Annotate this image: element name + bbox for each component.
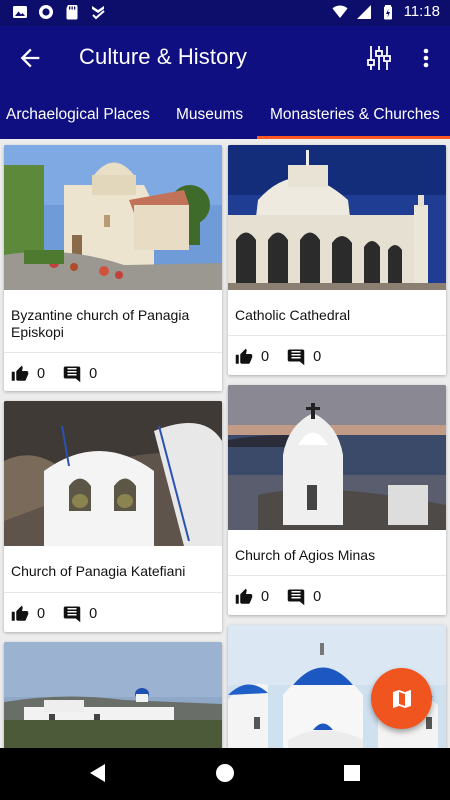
likes-count: 0 [37,366,46,382]
back-triangle-icon[interactable] [87,762,109,784]
photo-icon [13,6,27,18]
wifi-icon [332,5,348,18]
place-card[interactable] [4,642,222,748]
thumb-up-icon[interactable] [11,605,29,623]
thumb-up-icon[interactable] [235,348,253,366]
place-card[interactable]: Catholic Cathedral 0 0 [228,145,446,375]
thumb-up-icon[interactable] [11,365,29,383]
card-stats: 0 0 [235,346,339,368]
place-name: Catholic Cathedral [235,307,351,323]
thumb-up-icon[interactable] [235,588,253,606]
card-divider [4,352,222,353]
place-image [228,385,446,530]
comments-count: 0 [313,589,322,605]
circle-icon [39,5,53,19]
likes-count: 0 [261,349,270,365]
likes-count: 0 [37,606,46,622]
arrow-back-icon[interactable] [16,44,44,72]
place-card[interactable]: Church of Panagia Katefiani 0 0 [4,401,222,632]
system-nav-bar [0,748,450,800]
comment-icon[interactable] [287,588,305,606]
place-card[interactable]: Church of Agios Minas 0 0 [228,385,446,615]
sd-card-icon [66,5,78,20]
tab-bar: Archaelogical Places Museums Monasteries… [0,90,450,139]
tab-monasteries-churches[interactable]: Monasteries & Churches [270,90,440,139]
comment-icon[interactable] [287,348,305,366]
place-image [4,642,222,748]
check-icon [92,6,105,20]
app-bar: Culture & History [0,26,450,90]
place-name: Church of Agios Minas [235,547,376,563]
signal-icon [356,4,371,19]
battery-icon [383,4,392,19]
card-divider [4,592,222,593]
card-divider [228,575,446,576]
comments-count: 0 [89,606,98,622]
place-image [228,145,446,290]
comments-count: 0 [89,366,98,382]
map-fab-button[interactable] [371,668,432,729]
card-stats: 0 0 [235,586,339,608]
place-image [4,145,222,290]
map-icon [392,689,411,708]
card-stats: 0 0 [11,363,115,385]
tab-archaelogical-places[interactable]: Archaelogical Places [6,90,150,139]
card-divider [228,335,446,336]
recents-square-icon[interactable] [341,762,363,784]
place-name: Byzantine church of Panagia Episkopi [11,307,190,340]
place-card[interactable]: Byzantine church of Panagia Episkopi 0 0 [4,145,222,391]
filter-icon[interactable] [364,43,394,73]
status-bar: 11:18 [0,0,450,26]
page-title: Culture & History [79,44,247,69]
place-name: Church of Panagia Katefiani [11,563,186,579]
place-image [4,401,222,546]
home-circle-icon[interactable] [214,762,236,784]
tab-museums[interactable]: Museums [176,90,243,139]
likes-count: 0 [261,589,270,605]
places-grid[interactable]: Byzantine church of Panagia Episkopi 0 0 [0,139,450,748]
comment-icon[interactable] [63,605,81,623]
status-time: 11:18 [403,3,440,20]
more-vert-icon[interactable] [414,44,438,72]
card-stats: 0 0 [11,603,115,625]
comments-count: 0 [313,349,322,365]
comment-icon[interactable] [63,365,81,383]
